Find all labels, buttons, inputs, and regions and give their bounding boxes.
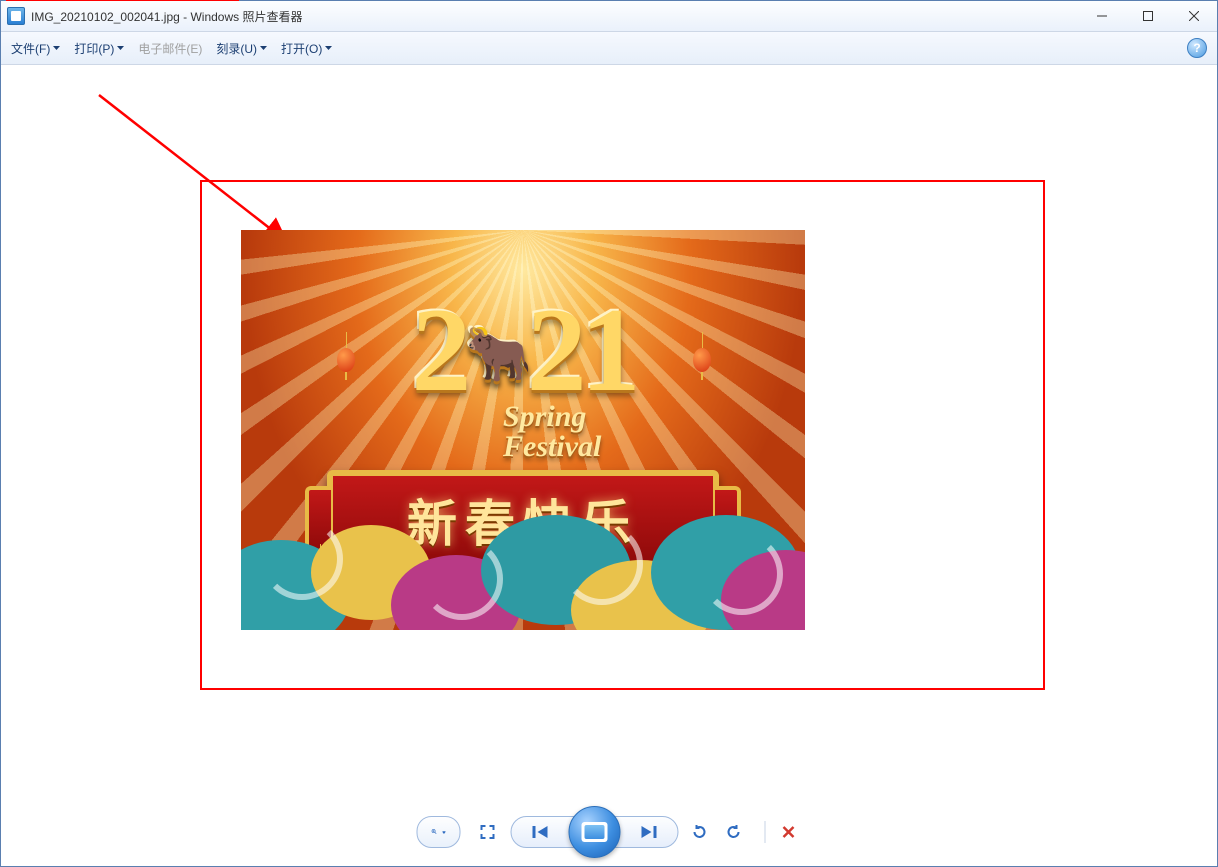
- viewer-canvas: 2🐂21 SpringFestival 新春快乐: [1, 65, 1217, 866]
- displayed-photo[interactable]: 2🐂21 SpringFestival 新春快乐: [241, 230, 805, 630]
- menu-open-label: 打开(O): [281, 40, 322, 57]
- delete-button[interactable]: [776, 819, 802, 845]
- slideshow-icon: [582, 822, 608, 842]
- window-controls: [1079, 1, 1217, 31]
- magnifier-icon: [432, 829, 437, 834]
- delete-x-icon: [781, 824, 797, 840]
- chevron-down-icon: [443, 830, 446, 835]
- lantern-icon: [693, 348, 711, 372]
- title-filename: IMG_20210102_002041.jpg: [31, 10, 180, 24]
- rotate-cw-icon: [726, 824, 742, 840]
- photo-viewer-window: IMG_20210102_002041.jpg - Windows 照片查看器 …: [0, 0, 1218, 867]
- titlebar: IMG_20210102_002041.jpg - Windows 照片查看器: [1, 1, 1217, 32]
- previous-button[interactable]: [512, 816, 570, 848]
- help-icon: ?: [1193, 41, 1200, 55]
- lantern-icon: [337, 348, 355, 372]
- minimize-button[interactable]: [1079, 1, 1125, 31]
- rotate-ccw-button[interactable]: [687, 819, 713, 845]
- year-digits-20: 2: [411, 283, 465, 416]
- menu-open[interactable]: 打开(O): [281, 40, 332, 57]
- menubar: 文件(F) 打印(P) 电子邮件(E) 刻录(U) 打开(O) ?: [1, 32, 1217, 65]
- spring-festival-subtitle: SpringFestival: [503, 402, 601, 462]
- year-2021-graphic: 2🐂21: [411, 290, 634, 410]
- window-title: IMG_20210102_002041.jpg - Windows 照片查看器: [31, 8, 302, 25]
- title-appname: - Windows 照片查看器: [180, 10, 303, 24]
- menu-file[interactable]: 文件(F): [11, 40, 60, 57]
- rotate-ccw-icon: [692, 824, 708, 840]
- actual-size-button[interactable]: [475, 819, 501, 845]
- next-icon: [640, 825, 658, 839]
- close-button[interactable]: [1171, 1, 1217, 31]
- menu-email-label: 电子邮件(E): [138, 40, 202, 57]
- menu-print-label: 打印(P): [74, 40, 114, 57]
- help-button[interactable]: ?: [1187, 38, 1207, 58]
- menu-burn-label: 刻录(U): [216, 40, 257, 57]
- next-button[interactable]: [620, 816, 678, 848]
- viewer-toolbar: [417, 816, 802, 848]
- menu-file-label: 文件(F): [11, 40, 50, 57]
- fit-window-icon: [480, 824, 496, 840]
- menu-burn[interactable]: 刻录(U): [216, 40, 267, 57]
- menu-email[interactable]: 电子邮件(E): [138, 40, 202, 57]
- maximize-button[interactable]: [1125, 1, 1171, 31]
- slideshow-button[interactable]: [569, 806, 621, 858]
- photo-content: 2🐂21 SpringFestival 新春快乐: [241, 230, 805, 630]
- annotation-arrow: [91, 91, 301, 251]
- menu-print[interactable]: 打印(P): [74, 40, 124, 57]
- photo-viewer-app-icon: [7, 7, 25, 25]
- previous-icon: [532, 825, 550, 839]
- rotate-cw-button[interactable]: [721, 819, 747, 845]
- navigation-control: [511, 816, 679, 848]
- zoom-control[interactable]: [417, 816, 461, 848]
- toolbar-separator: [765, 821, 766, 843]
- ox-head-icon: 🐂: [465, 324, 526, 384]
- year-digits-21: 21: [527, 283, 635, 416]
- cloud-decorations: [241, 480, 805, 630]
